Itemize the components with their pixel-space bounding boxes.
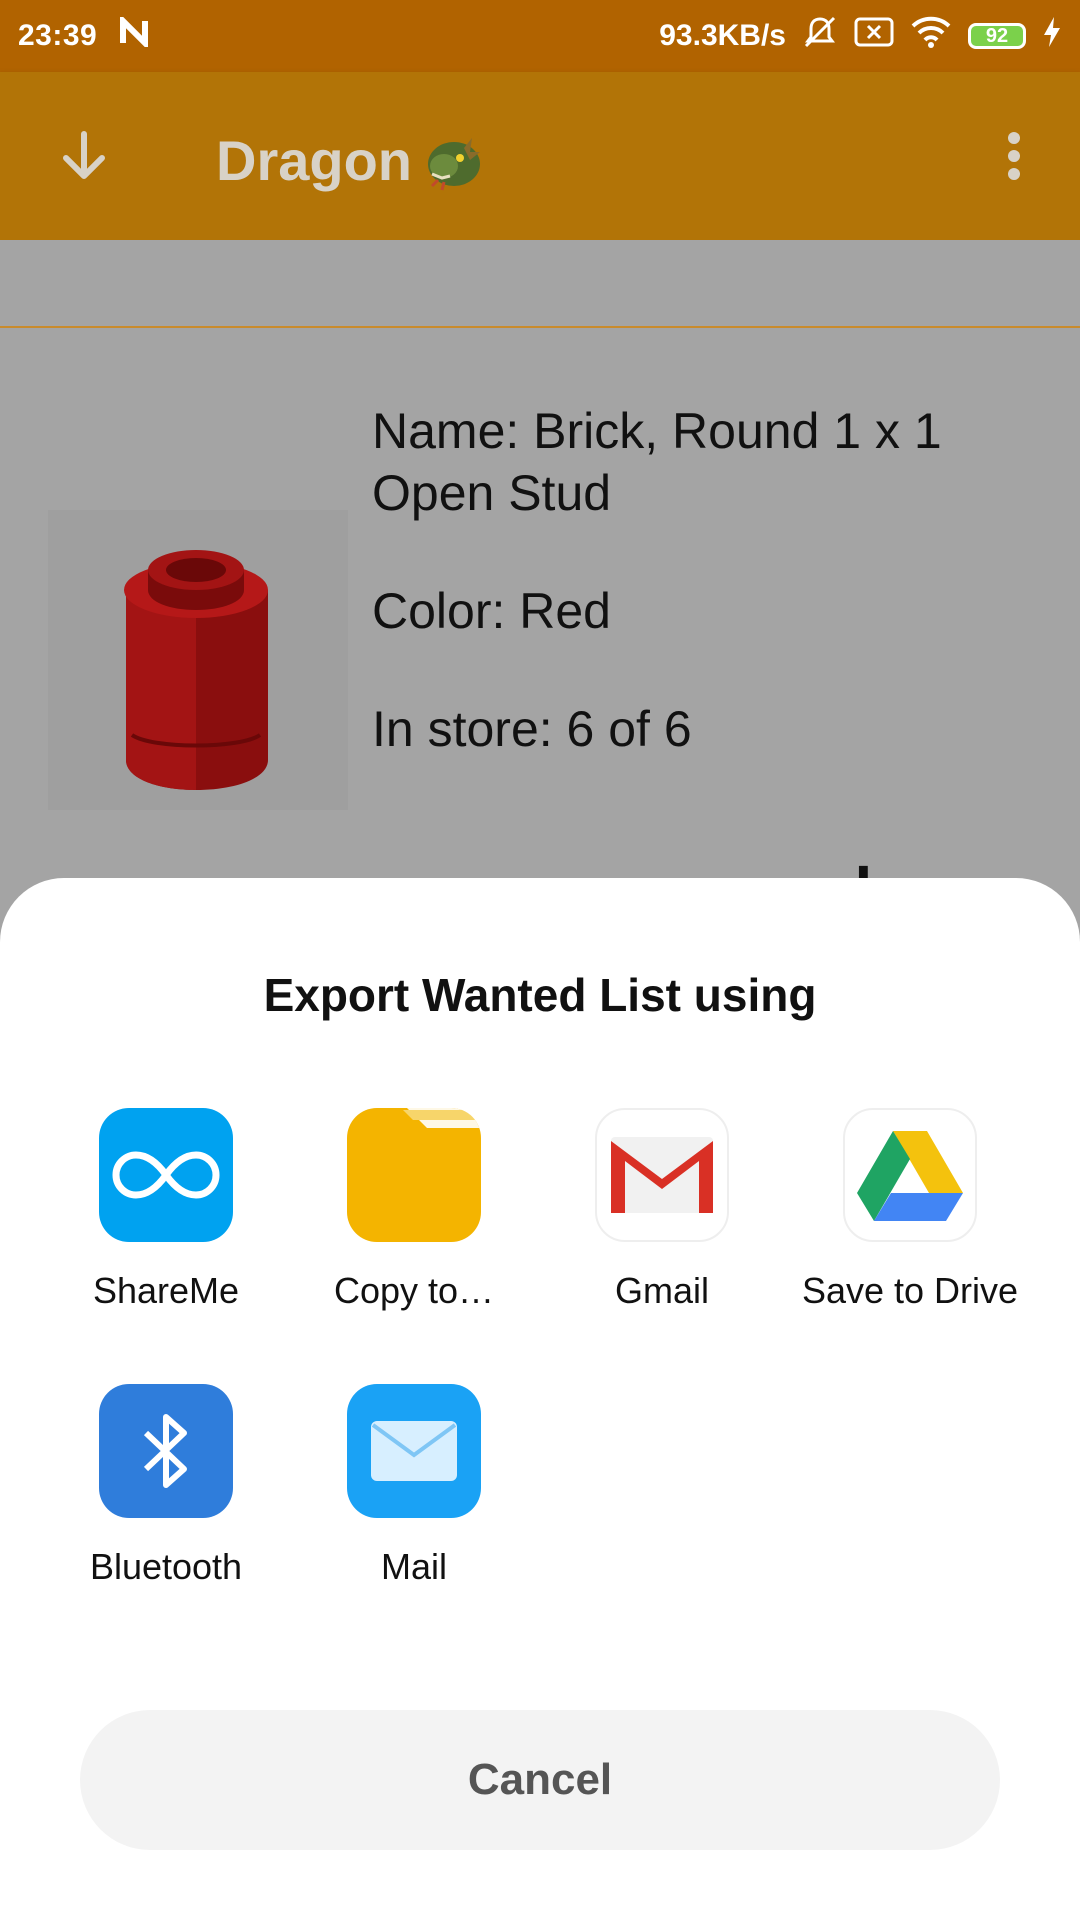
share-option-save-to-drive[interactable]: Save to Drive xyxy=(786,1108,1034,1312)
notification-n-icon xyxy=(119,13,149,55)
arrow-down-icon[interactable] xyxy=(54,126,114,186)
share-option-label: Bluetooth xyxy=(89,1546,243,1587)
charging-icon xyxy=(1042,15,1062,57)
bluetooth-icon xyxy=(99,1384,233,1518)
cancel-button[interactable]: Cancel xyxy=(80,1710,1000,1850)
divider xyxy=(0,326,1080,328)
share-option-label: Save to Drive xyxy=(801,1270,1019,1311)
folder-icon xyxy=(347,1108,481,1242)
shareme-icon xyxy=(99,1108,233,1242)
part-name: Name: Brick, Round 1 x 1 Open Stud xyxy=(372,403,942,521)
share-option-gmail[interactable]: Gmail xyxy=(538,1108,786,1312)
share-option-label: ShareMe xyxy=(92,1270,240,1311)
network-speed: 93.3KB/s xyxy=(659,19,786,52)
mail-icon xyxy=(347,1384,481,1518)
mute-icon xyxy=(802,14,838,58)
status-right: 93.3KB/s 92 xyxy=(659,14,1062,58)
gmail-icon xyxy=(595,1108,729,1242)
app-bar: Dragon xyxy=(0,72,1080,240)
more-vert-icon[interactable] xyxy=(996,126,1032,186)
status-time: 23:39 xyxy=(18,19,98,52)
share-option-bluetooth[interactable]: Bluetooth xyxy=(42,1384,290,1588)
sim-off-icon xyxy=(854,17,894,55)
red-round-brick-icon xyxy=(124,550,268,790)
app-title-text: Dragon xyxy=(216,128,412,192)
part-stock: In store: 6 of 6 xyxy=(372,701,692,757)
status-bar: 23:39 93.3KB/s 92 xyxy=(0,0,1080,72)
wifi-icon xyxy=(910,15,952,57)
share-option-label: Gmail xyxy=(614,1270,709,1311)
google-drive-icon xyxy=(843,1108,977,1242)
sheet-title: Export Wanted List using xyxy=(263,969,817,1021)
screen: 23:39 93.3KB/s 92 Dragon Name: Brick, Ro… xyxy=(0,0,1080,1920)
share-option-mail[interactable]: Mail xyxy=(290,1384,538,1588)
page-title: Dragon xyxy=(216,122,490,198)
part-color: Color: Red xyxy=(372,583,611,639)
share-option-copy-to[interactable]: Copy to… xyxy=(290,1108,538,1312)
part-image xyxy=(48,510,348,810)
part-info: Name: Brick, Round 1 x 1 Open Stud Color… xyxy=(372,400,1062,816)
share-option-label: Copy to… xyxy=(333,1270,495,1311)
battery-icon: 92 xyxy=(968,23,1026,49)
share-option-shareme[interactable]: ShareMe xyxy=(42,1108,290,1312)
dragon-emoji-icon xyxy=(428,136,480,191)
share-sheet: Export Wanted List using ShareMe Copy to… xyxy=(0,878,1080,1920)
share-option-label: Mail xyxy=(380,1546,447,1587)
